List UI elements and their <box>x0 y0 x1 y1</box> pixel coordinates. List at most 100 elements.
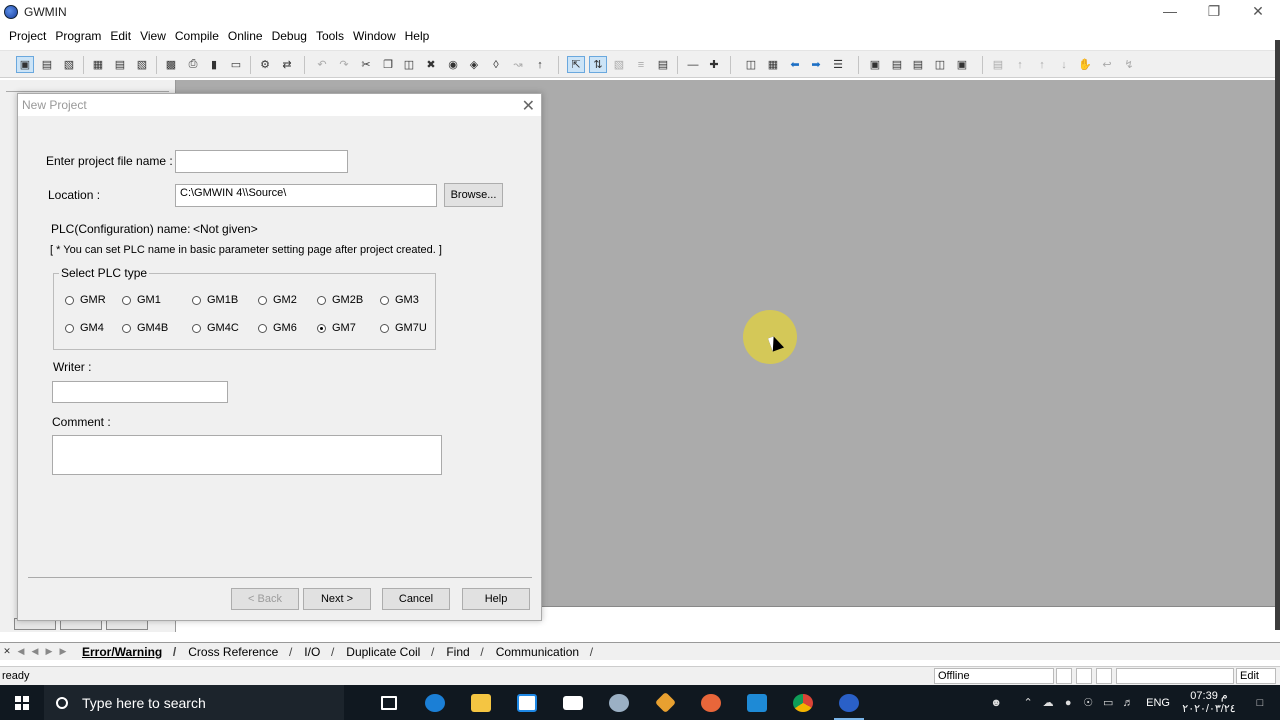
menu-compile[interactable]: Compile <box>175 29 219 43</box>
goto-icon[interactable]: ↝ <box>510 57 526 72</box>
tile-vertical-icon[interactable]: ◫ <box>932 57 948 72</box>
next-tab-icon[interactable]: ▶ <box>42 645 56 659</box>
help-button[interactable]: Help <box>462 588 530 610</box>
vertical-scrollbar[interactable] <box>1275 40 1280 630</box>
restore-button[interactable]: ❐ <box>1192 0 1236 22</box>
people-icon[interactable]: ☻ <box>986 697 1006 709</box>
radio-gm7[interactable]: GM7 <box>317 322 356 334</box>
table-icon[interactable]: ▦ <box>765 57 781 72</box>
dialog-close-icon[interactable]: ✕ <box>522 96 535 116</box>
function-block-icon[interactable]: ↯ <box>1121 57 1137 72</box>
back-arrow-icon[interactable]: ⬅ <box>787 57 803 72</box>
battery-icon[interactable]: ▭ <box>1098 696 1118 709</box>
project-name-input[interactable] <box>175 150 348 173</box>
tab-communication[interactable]: Communication <box>484 645 594 659</box>
zoom-out-icon[interactable]: — <box>685 57 701 72</box>
radio-gm1[interactable]: GM1 <box>122 294 161 306</box>
menu-debug[interactable]: Debug <box>272 29 307 43</box>
id-icon[interactable]: ≡ <box>633 57 649 72</box>
coil-icon[interactable]: ↑ <box>1012 57 1028 72</box>
cancel-button[interactable]: Cancel <box>382 588 450 610</box>
menu-window[interactable]: Window <box>353 29 396 43</box>
new-program-icon[interactable]: ▦ <box>90 57 106 72</box>
tab-io[interactable]: I/O <box>292 645 334 659</box>
output-coil-icon[interactable]: ↩ <box>1099 57 1115 72</box>
save-project-icon[interactable]: ▧ <box>61 57 77 72</box>
store-icon[interactable] <box>504 685 550 720</box>
mail-icon[interactable] <box>550 685 596 720</box>
arrange-icon[interactable]: ▣ <box>954 57 970 72</box>
volume-icon[interactable]: ♬ <box>1118 697 1138 709</box>
menu-project[interactable]: Project <box>9 29 46 43</box>
print-preview-icon[interactable]: ▩ <box>163 57 179 72</box>
find-replace-icon[interactable]: ◈ <box>466 57 482 72</box>
radio-gm1b[interactable]: GM1B <box>192 294 238 306</box>
prev-tab-icon[interactable]: ◀ <box>28 645 42 659</box>
monitor-icon[interactable]: ▭ <box>228 57 244 72</box>
notifications-icon[interactable]: □ <box>1240 697 1280 709</box>
replace-icon[interactable]: ◊ <box>488 57 504 72</box>
tab-cross-reference[interactable]: Cross Reference <box>176 645 292 659</box>
microphone-icon[interactable]: ● <box>1058 697 1078 709</box>
menu-edit[interactable]: Edit <box>110 29 131 43</box>
delete-icon[interactable]: ✖ <box>423 57 439 72</box>
taskbar-search[interactable]: Type here to search <box>44 685 344 720</box>
radio-gm2[interactable]: GM2 <box>258 294 297 306</box>
contact-icon[interactable]: ▤ <box>990 57 1006 72</box>
radio-gmr[interactable]: GMR <box>65 294 106 306</box>
upload-icon[interactable]: ◫ <box>743 57 759 72</box>
new-project-icon[interactable]: ▣ <box>16 56 34 73</box>
find-icon[interactable]: ◉ <box>445 57 461 72</box>
print-icon[interactable]: ⎙ <box>185 57 201 72</box>
tab-duplicate-coil[interactable]: Duplicate Coil <box>334 645 434 659</box>
tab-find[interactable]: Find <box>434 645 484 659</box>
list-icon[interactable]: ☰ <box>830 57 846 72</box>
radio-gm3[interactable]: GM3 <box>380 294 419 306</box>
clock[interactable]: 07:39 م ۲۰۲۰/۰۳/۲٤ <box>1178 690 1240 716</box>
comment-input[interactable] <box>52 435 442 475</box>
zoom-in-icon[interactable]: ✚ <box>706 57 722 72</box>
rising-contact-icon[interactable]: ↑ <box>1034 57 1050 72</box>
radio-gm6[interactable]: GM6 <box>258 322 297 334</box>
back-button[interactable]: < Back <box>231 588 299 610</box>
menu-program[interactable]: Program <box>55 29 101 43</box>
undo-icon[interactable]: ↶ <box>314 57 330 72</box>
copy-icon[interactable]: ❐ <box>380 57 396 72</box>
chrome-icon[interactable] <box>780 685 826 720</box>
onedrive-icon[interactable]: ☁ <box>1038 696 1058 709</box>
app-icon[interactable] <box>642 685 688 720</box>
menu-help[interactable]: Help <box>405 29 430 43</box>
language-indicator[interactable]: ENG <box>1146 697 1170 709</box>
radio-gm4c[interactable]: GM4C <box>192 322 239 334</box>
firefox-icon[interactable] <box>688 685 734 720</box>
paste-icon[interactable]: ◫ <box>401 57 417 72</box>
select-mode-icon[interactable]: ⇱ <box>567 56 585 73</box>
minimize-button[interactable]: — <box>1148 0 1192 22</box>
location-input[interactable]: C:\GMWIN 4\\Source\ <box>175 184 437 207</box>
close-button[interactable]: ✕ <box>1236 0 1280 22</box>
book-icon[interactable]: ▮ <box>206 57 222 72</box>
chevron-up-icon[interactable]: ⌃ <box>1018 696 1038 709</box>
next-button[interactable]: Next > <box>303 588 371 610</box>
open-project-icon[interactable]: ▤ <box>39 57 55 72</box>
menu-view[interactable]: View <box>140 29 166 43</box>
compile-icon[interactable]: ⚙ <box>257 57 273 72</box>
app-icon[interactable] <box>596 685 642 720</box>
network-icon[interactable]: ☉ <box>1078 696 1098 709</box>
save-program-icon[interactable]: ▧ <box>134 57 150 72</box>
comment-mode-icon[interactable]: ▧ <box>611 57 627 72</box>
close-output-icon[interactable]: ✕ <box>0 645 14 659</box>
start-button[interactable] <box>0 685 44 720</box>
redo-icon[interactable]: ↷ <box>336 57 352 72</box>
tile-icon[interactable]: ▤ <box>889 57 905 72</box>
make-icon[interactable]: ⇄ <box>279 57 295 72</box>
view-icon[interactable]: ▤ <box>655 57 671 72</box>
gmwin-taskbar-icon[interactable] <box>826 685 872 720</box>
browse-button[interactable]: Browse... <box>444 183 503 207</box>
menu-online[interactable]: Online <box>228 29 263 43</box>
hand-icon[interactable]: ✋ <box>1077 57 1093 72</box>
forward-arrow-icon[interactable]: ➡ <box>808 57 824 72</box>
writer-input[interactable] <box>52 381 228 403</box>
vscode-icon[interactable] <box>734 685 780 720</box>
open-program-icon[interactable]: ▤ <box>112 57 128 72</box>
